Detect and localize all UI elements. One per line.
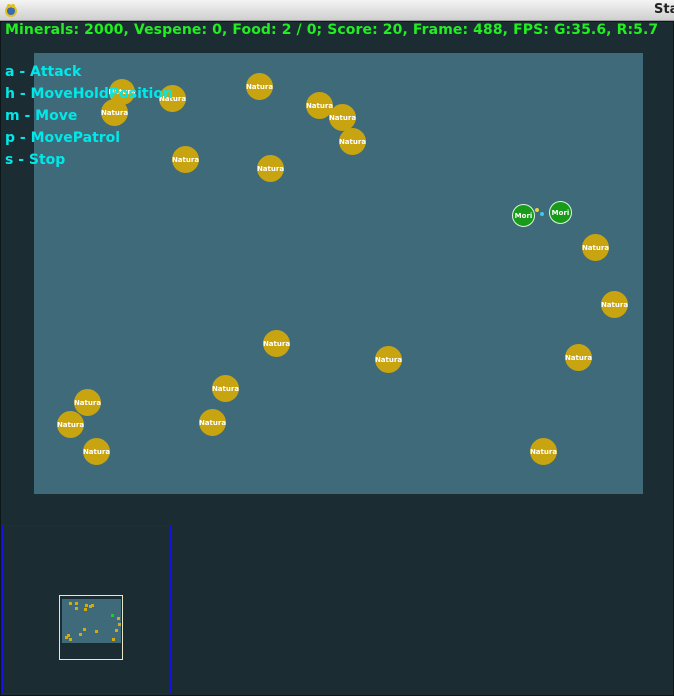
minimap-mineral-marker <box>83 628 86 631</box>
command-patrol: p - MovePatrol <box>5 130 121 146</box>
unit-label: Natura <box>198 418 227 427</box>
unit-label: Mori <box>551 208 570 217</box>
unit-label: Natura <box>305 101 334 110</box>
command-move: m - Move <box>5 108 78 124</box>
mineral-field[interactable]: Natura <box>565 344 592 371</box>
title-bar: Sta <box>0 0 674 21</box>
unit-label: Natura <box>171 155 200 164</box>
mineral-field[interactable]: Natura <box>172 146 199 173</box>
mineral-field[interactable]: Natura <box>601 291 628 318</box>
minimap-mineral-marker <box>79 633 82 636</box>
mineral-field[interactable]: Natura <box>257 155 284 182</box>
minimap-map-area <box>62 599 121 643</box>
unit-label: Natura <box>245 82 274 91</box>
projectile-dot <box>535 208 539 212</box>
mineral-field[interactable]: Natura <box>199 409 226 436</box>
command-hotkey-list: a - Attack h - MoveHoldPosition m - Move… <box>5 63 173 173</box>
command-attack: a - Attack <box>5 64 82 80</box>
minimap-mineral-marker <box>95 630 98 633</box>
command-hold-position: h - MoveHoldPosition <box>5 86 173 102</box>
mineral-field[interactable]: Natura <box>530 438 557 465</box>
unit-label: Natura <box>82 447 111 456</box>
minimap-mineral-marker <box>84 608 87 611</box>
unit-label: Natura <box>374 355 403 364</box>
mineral-field[interactable]: Natura <box>582 234 609 261</box>
resource-status-line: Minerals: 2000, Vespene: 0, Food: 2 / 0;… <box>5 22 659 38</box>
unit-label: Natura <box>211 384 240 393</box>
unit-label: Natura <box>262 339 291 348</box>
command-stop: s - Stop <box>5 152 66 168</box>
unit-label: Natura <box>56 420 85 429</box>
minimap-mineral-marker <box>69 638 72 641</box>
mineral-field[interactable]: Natura <box>57 411 84 438</box>
pygame-snake-icon <box>5 4 17 17</box>
minimap-mineral-marker <box>118 623 121 626</box>
mineral-field[interactable]: Natura <box>246 73 273 100</box>
unit-label: Natura <box>73 398 102 407</box>
mineral-field[interactable]: Natura <box>74 389 101 416</box>
player-unit-mori[interactable]: Mori <box>512 204 535 227</box>
unit-label: Natura <box>600 300 629 309</box>
unit-label: Natura <box>529 447 558 456</box>
minimap-mineral-marker <box>85 604 88 607</box>
projectile-dot <box>540 212 544 216</box>
window-title: Sta <box>654 2 674 17</box>
mineral-field[interactable]: Natura <box>339 128 366 155</box>
minimap-mineral-marker <box>91 604 94 607</box>
minimap[interactable] <box>2 525 171 694</box>
unit-label: Mori <box>514 211 533 220</box>
minimap-mineral-marker <box>112 638 115 641</box>
unit-label: Natura <box>328 113 357 122</box>
minimap-mineral-marker <box>117 617 120 620</box>
minimap-mineral-marker <box>75 602 78 605</box>
unit-label: Natura <box>581 243 610 252</box>
player-unit-mori[interactable]: Mori <box>549 201 572 224</box>
mineral-field[interactable]: Natura <box>375 346 402 373</box>
minimap-mineral-marker <box>69 602 72 605</box>
unit-label: Natura <box>564 353 593 362</box>
unit-label: Natura <box>338 137 367 146</box>
mineral-field[interactable]: Natura <box>329 104 356 131</box>
minimap-mineral-marker <box>75 607 78 610</box>
minimap-mineral-marker <box>115 629 118 632</box>
minimap-player-marker <box>111 614 114 617</box>
unit-label: Natura <box>256 164 285 173</box>
minimap-mineral-marker <box>65 636 68 639</box>
mineral-field[interactable]: Natura <box>83 438 110 465</box>
mineral-field[interactable]: Natura <box>212 375 239 402</box>
mineral-field[interactable]: Natura <box>263 330 290 357</box>
minimap-camera-view[interactable] <box>59 595 123 660</box>
